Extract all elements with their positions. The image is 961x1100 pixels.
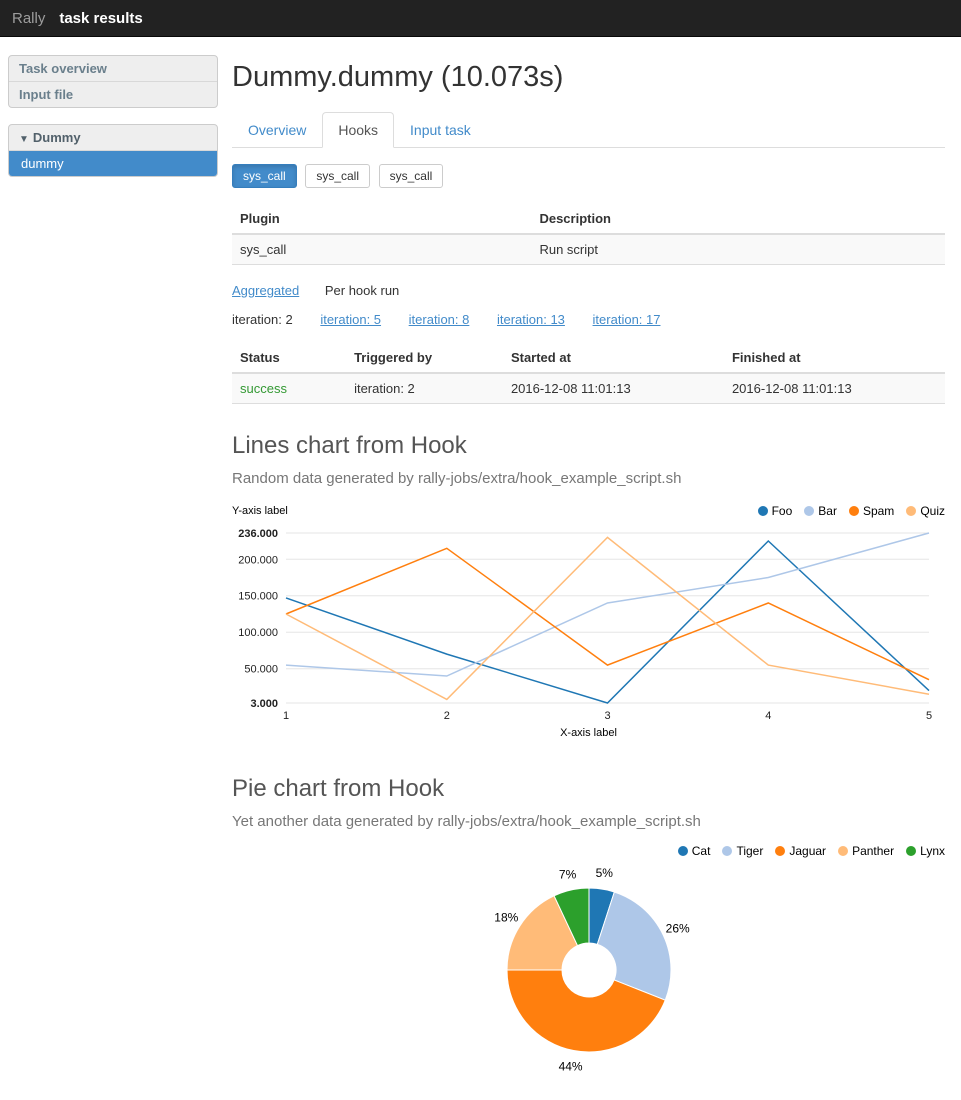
triggered-by-cell: iteration: 2: [346, 373, 503, 404]
line-chart-section: Lines chart from Hook Random data genera…: [232, 432, 945, 739]
svg-text:200.000: 200.000: [238, 554, 278, 566]
tab-bar: Overview Hooks Input task: [232, 112, 945, 148]
legend-item-jaguar[interactable]: Jaguar: [775, 844, 826, 858]
pie-chart: Cat Tiger Jaguar Panther Lynx 5% 26% 44% 18% 7%: [232, 844, 945, 1080]
brand[interactable]: Rally: [12, 10, 45, 27]
sidebar-item-dummy[interactable]: dummy: [9, 150, 217, 176]
plugin-cell: sys_call: [232, 234, 531, 265]
pie-chart-subtitle: Yet another data generated by rally-jobs…: [232, 813, 945, 830]
pie-chart-section: Pie chart from Hook Yet another data gen…: [232, 775, 945, 1080]
tab-overview[interactable]: Overview: [232, 112, 322, 148]
finished-at-cell: 2016-12-08 11:01:13: [724, 373, 945, 404]
hook-button-group: sys_call sys_call sys_call: [232, 164, 945, 188]
legend-item-foo[interactable]: Foo: [758, 504, 793, 518]
sidebar-item-input-file[interactable]: Input file: [9, 81, 217, 107]
legend-dot-icon: [678, 846, 688, 856]
svg-text:236.000: 236.000: [238, 528, 278, 540]
legend-dot-icon: [838, 846, 848, 856]
chevron-down-icon: ▼: [19, 134, 29, 145]
iteration-link-5[interactable]: iteration: 5: [320, 312, 381, 327]
svg-text:5: 5: [926, 710, 932, 722]
legend-item-quiz[interactable]: Quiz: [906, 504, 945, 518]
aggregated-link[interactable]: Aggregated: [232, 283, 299, 298]
svg-text:100.000: 100.000: [238, 627, 278, 639]
svg-text:3: 3: [604, 710, 610, 722]
line-chart: Y-axis label Foo Bar Spam Quiz 3.000 50.000 1…: [232, 501, 945, 739]
line-chart-subtitle: Random data generated by rally-jobs/extr…: [232, 470, 945, 487]
plugin-table-header-description: Description: [531, 204, 945, 234]
line-chart-svg: 3.000 50.000 100.000 150.000 200.000 236.000 1…: [232, 521, 945, 727]
pie-chart-legend: Cat Tiger Jaguar Panther Lynx: [666, 844, 945, 858]
runs-table: Status Triggered by Started at Finished …: [232, 343, 945, 404]
legend-dot-icon: [849, 506, 859, 516]
legend-dot-icon: [775, 846, 785, 856]
table-row: sys_call Run script: [232, 234, 945, 265]
legend-dot-icon: [722, 846, 732, 856]
legend-dot-icon: [758, 506, 768, 516]
legend-dot-icon: [804, 506, 814, 516]
sidebar-group-dummy: ▼ Dummy dummy: [8, 124, 218, 177]
legend-item-panther[interactable]: Panther: [838, 844, 894, 858]
page-header-title: task results: [59, 10, 142, 27]
svg-text:50.000: 50.000: [244, 664, 278, 676]
line-chart-canvas: 3.000 50.000 100.000 150.000 200.000 236.000 1…: [232, 521, 945, 727]
y-axis-label: Y-axis label: [232, 505, 288, 517]
description-cell: Run script: [531, 234, 945, 265]
svg-text:44%: 44%: [558, 1059, 582, 1073]
iteration-selector: iteration: 2 iteration: 5 iteration: 8 i…: [232, 312, 945, 327]
runs-header-triggered-by: Triggered by: [346, 343, 503, 373]
svg-text:3.000: 3.000: [250, 698, 278, 710]
started-at-cell: 2016-12-08 11:01:13: [503, 373, 724, 404]
sidebar-group-dummy-header[interactable]: ▼ Dummy: [9, 125, 217, 150]
tab-hooks[interactable]: Hooks: [322, 112, 394, 148]
legend-item-lynx[interactable]: Lynx: [906, 844, 945, 858]
svg-text:18%: 18%: [494, 911, 518, 925]
pie-chart-title: Pie chart from Hook: [232, 775, 945, 803]
legend-item-tiger[interactable]: Tiger: [722, 844, 763, 858]
svg-text:4: 4: [765, 710, 771, 722]
legend-item-cat[interactable]: Cat: [678, 844, 711, 858]
svg-text:5%: 5%: [595, 866, 613, 880]
runs-header-started-at: Started at: [503, 343, 724, 373]
svg-text:26%: 26%: [665, 921, 689, 935]
svg-text:7%: 7%: [558, 867, 576, 881]
iteration-link-8[interactable]: iteration: 8: [409, 312, 470, 327]
svg-text:1: 1: [283, 710, 289, 722]
hook-button-1[interactable]: sys_call: [232, 164, 297, 188]
top-navbar: Rally task results: [0, 0, 961, 37]
page-title: Dummy.dummy (10.073s): [232, 61, 945, 94]
hook-button-2[interactable]: sys_call: [305, 164, 370, 188]
iteration-link-17[interactable]: iteration: 17: [593, 312, 661, 327]
sidebar: Task overview Input file ▼ Dummy dummy: [8, 55, 218, 193]
hook-button-3[interactable]: sys_call: [379, 164, 444, 188]
view-toggle: Aggregated Per hook run: [232, 283, 945, 298]
legend-item-bar[interactable]: Bar: [804, 504, 837, 518]
main-content: Dummy.dummy (10.073s) Overview Hooks Inp…: [232, 55, 945, 1080]
table-row: success iteration: 2 2016-12-08 11:01:13…: [232, 373, 945, 404]
line-chart-legend: Foo Bar Spam Quiz: [746, 504, 945, 518]
pie-chart-svg: 5% 26% 44% 18% 7%: [374, 862, 804, 1080]
svg-text:2: 2: [444, 710, 450, 722]
pie-chart-canvas: 5% 26% 44% 18% 7%: [232, 862, 945, 1080]
legend-dot-icon: [906, 846, 916, 856]
iteration-current: iteration: 2: [232, 312, 293, 327]
status-badge: success: [232, 373, 346, 404]
svg-text:150.000: 150.000: [238, 591, 278, 603]
legend-dot-icon: [906, 506, 916, 516]
sidebar-item-task-overview[interactable]: Task overview: [9, 56, 217, 81]
tab-input-task[interactable]: Input task: [394, 112, 487, 148]
x-axis-label: X-axis label: [232, 727, 945, 739]
per-hook-run-label: Per hook run: [325, 283, 399, 298]
sidebar-group-top: Task overview Input file: [8, 55, 218, 108]
legend-item-spam[interactable]: Spam: [849, 504, 894, 518]
layout: Task overview Input file ▼ Dummy dummy Du…: [0, 37, 961, 1100]
sidebar-group-dummy-label: Dummy: [33, 130, 81, 145]
plugin-table-header-plugin: Plugin: [232, 204, 531, 234]
runs-header-finished-at: Finished at: [724, 343, 945, 373]
iteration-link-13[interactable]: iteration: 13: [497, 312, 565, 327]
runs-header-status: Status: [232, 343, 346, 373]
line-chart-title: Lines chart from Hook: [232, 432, 945, 460]
plugin-table: Plugin Description sys_call Run script: [232, 204, 945, 265]
